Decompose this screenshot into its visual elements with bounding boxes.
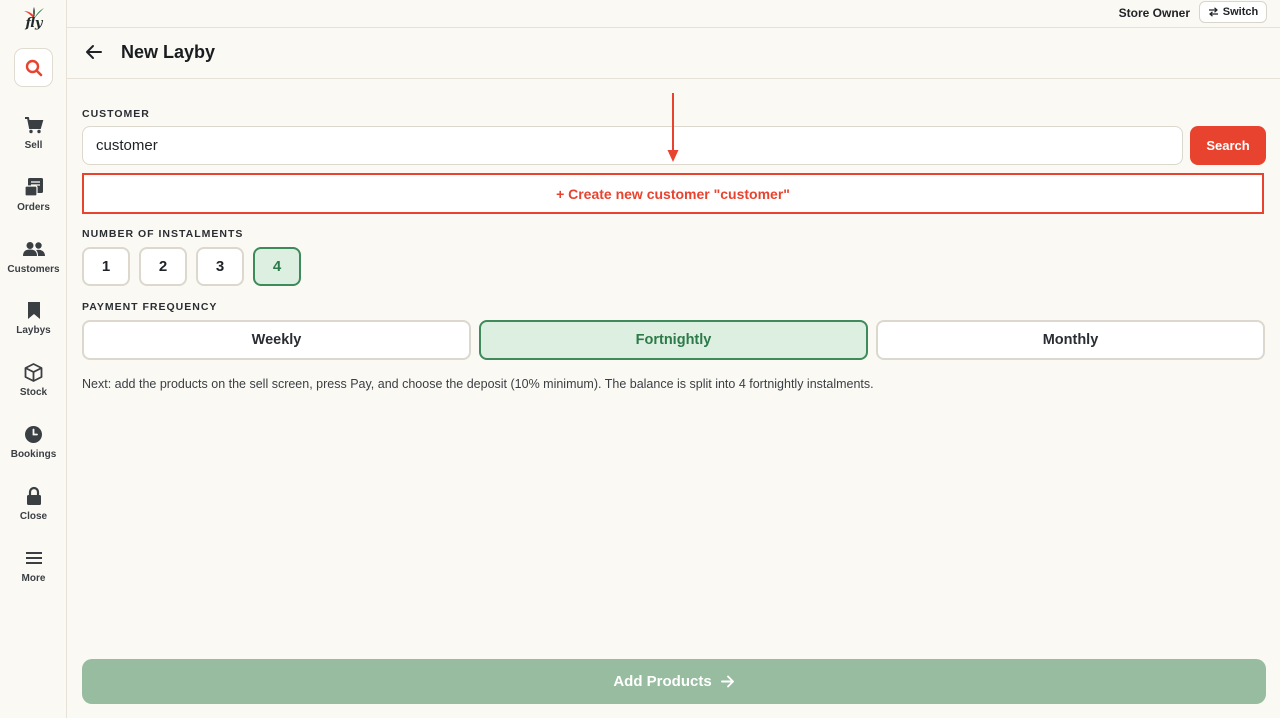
back-button[interactable] — [85, 44, 105, 62]
sidebar-item-more[interactable]: More — [0, 547, 67, 591]
page-header: New Layby — [67, 28, 1280, 79]
instalment-option-4[interactable]: 4 — [253, 247, 301, 286]
clock-icon — [23, 423, 45, 445]
sidebar-item-label: Sell — [24, 140, 43, 151]
logo-text: fly — [25, 16, 43, 31]
sidebar-item-label: Customers — [7, 264, 60, 275]
swap-icon — [1208, 7, 1218, 17]
sidebar-item-stock[interactable]: Stock — [0, 361, 67, 405]
sidebar-item-label: Close — [19, 511, 48, 522]
brand-logo[interactable]: fly — [14, 6, 54, 40]
sidebar-item-close[interactable]: Close — [0, 485, 67, 529]
search-button[interactable]: Search — [1190, 126, 1266, 165]
menu-icon — [23, 547, 45, 569]
top-bar: Store Owner Switch — [67, 0, 1280, 28]
sidebar-item-customers[interactable]: Customers — [0, 238, 67, 282]
sidebar-item-sell[interactable]: Sell — [0, 114, 67, 158]
sidebar-item-bookings[interactable]: Bookings — [0, 423, 67, 467]
create-customer-option[interactable]: + Create new customer "customer" — [82, 173, 1264, 214]
bookmark-icon — [23, 299, 45, 321]
switch-user-button[interactable]: Switch — [1199, 1, 1267, 23]
frequency-section-label: PAYMENT FREQUENCY — [82, 301, 218, 313]
cart-icon — [23, 114, 45, 136]
instalment-option-3[interactable]: 3 — [196, 247, 244, 286]
instalment-option-1[interactable]: 1 — [82, 247, 130, 286]
current-user-label: Store Owner — [1118, 6, 1190, 20]
sidebar-item-label: Orders — [17, 202, 50, 213]
sidebar-item-laybys[interactable]: Laybys — [0, 299, 67, 343]
sidebar-search-button[interactable] — [14, 48, 53, 87]
box-icon — [23, 361, 45, 383]
frequency-option-monthly[interactable]: Monthly — [876, 320, 1265, 360]
add-products-label: Add Products — [613, 673, 712, 690]
sidebar: fly Sell Orders Customers Laybys Stock B… — [0, 0, 67, 718]
customer-section-label: CUSTOMER — [82, 108, 150, 120]
layby-hint-text: Next: add the products on the sell scree… — [82, 377, 874, 391]
arrow-right-icon — [720, 675, 734, 688]
receipt-icon — [23, 176, 45, 198]
sidebar-item-orders[interactable]: Orders — [0, 176, 67, 220]
frequency-option-weekly[interactable]: Weekly — [82, 320, 471, 360]
frequency-option-fortnightly[interactable]: Fortnightly — [479, 320, 868, 360]
sidebar-item-label: Stock — [19, 387, 48, 398]
add-products-button[interactable]: Add Products — [82, 659, 1266, 704]
search-icon — [25, 59, 42, 76]
sidebar-item-label: Bookings — [10, 449, 57, 460]
sidebar-item-label: Laybys — [16, 325, 51, 336]
sidebar-item-label: More — [21, 573, 46, 584]
lock-icon — [23, 485, 45, 507]
arrow-left-icon — [86, 45, 102, 59]
page-title: New Layby — [121, 42, 216, 62]
users-icon — [22, 238, 45, 260]
switch-label: Switch — [1222, 6, 1259, 18]
instalment-option-2[interactable]: 2 — [139, 247, 187, 286]
annotation-arrow — [667, 93, 679, 162]
instalments-section-label: NUMBER OF INSTALMENTS — [82, 228, 244, 240]
customer-search-input[interactable] — [82, 126, 1183, 165]
